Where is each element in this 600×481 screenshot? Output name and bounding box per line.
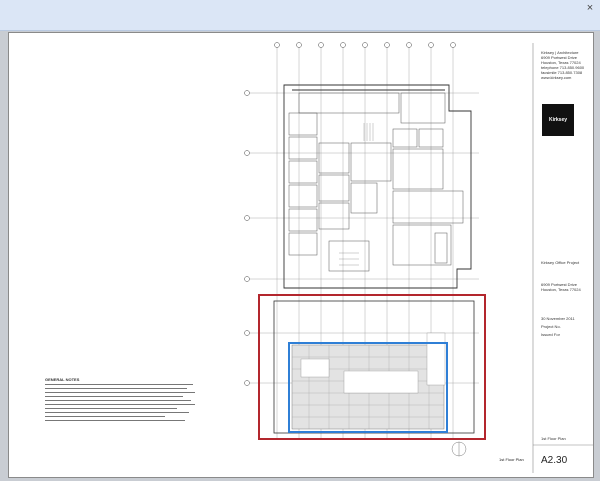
firm-logo: Kirksey bbox=[542, 104, 574, 136]
note-line bbox=[45, 396, 183, 397]
project-name: Kirksey Office Project bbox=[541, 260, 580, 265]
note-line bbox=[45, 408, 177, 409]
note-line bbox=[45, 384, 193, 385]
general-notes-title: GENERAL NOTES bbox=[45, 377, 80, 382]
project-number-label: Project No. bbox=[541, 324, 561, 329]
note-line bbox=[45, 404, 195, 405]
note-line bbox=[45, 412, 189, 413]
issue-date: 30 November 2011 bbox=[541, 316, 575, 321]
close-icon[interactable]: × bbox=[584, 2, 596, 14]
note-line bbox=[45, 400, 191, 401]
firm-line: www.kirksey.com bbox=[541, 75, 572, 80]
issued-for-label: Issued For bbox=[541, 332, 560, 337]
sheet-number: A2.30 bbox=[541, 455, 568, 466]
drawing-sheet: Kirksey | Architecture 6909 Portwest Dri… bbox=[8, 32, 594, 478]
project-address-line: Houston, Texas 77024 bbox=[541, 287, 581, 292]
floor-plan-label: 1st Floor Plan bbox=[541, 436, 566, 441]
note-line bbox=[45, 420, 185, 421]
sheet-title: 1st Floor Plan bbox=[499, 457, 524, 462]
note-line bbox=[45, 416, 165, 417]
viewer-toolbar: × bbox=[0, 0, 600, 31]
note-line bbox=[45, 388, 187, 389]
note-line bbox=[45, 392, 195, 393]
